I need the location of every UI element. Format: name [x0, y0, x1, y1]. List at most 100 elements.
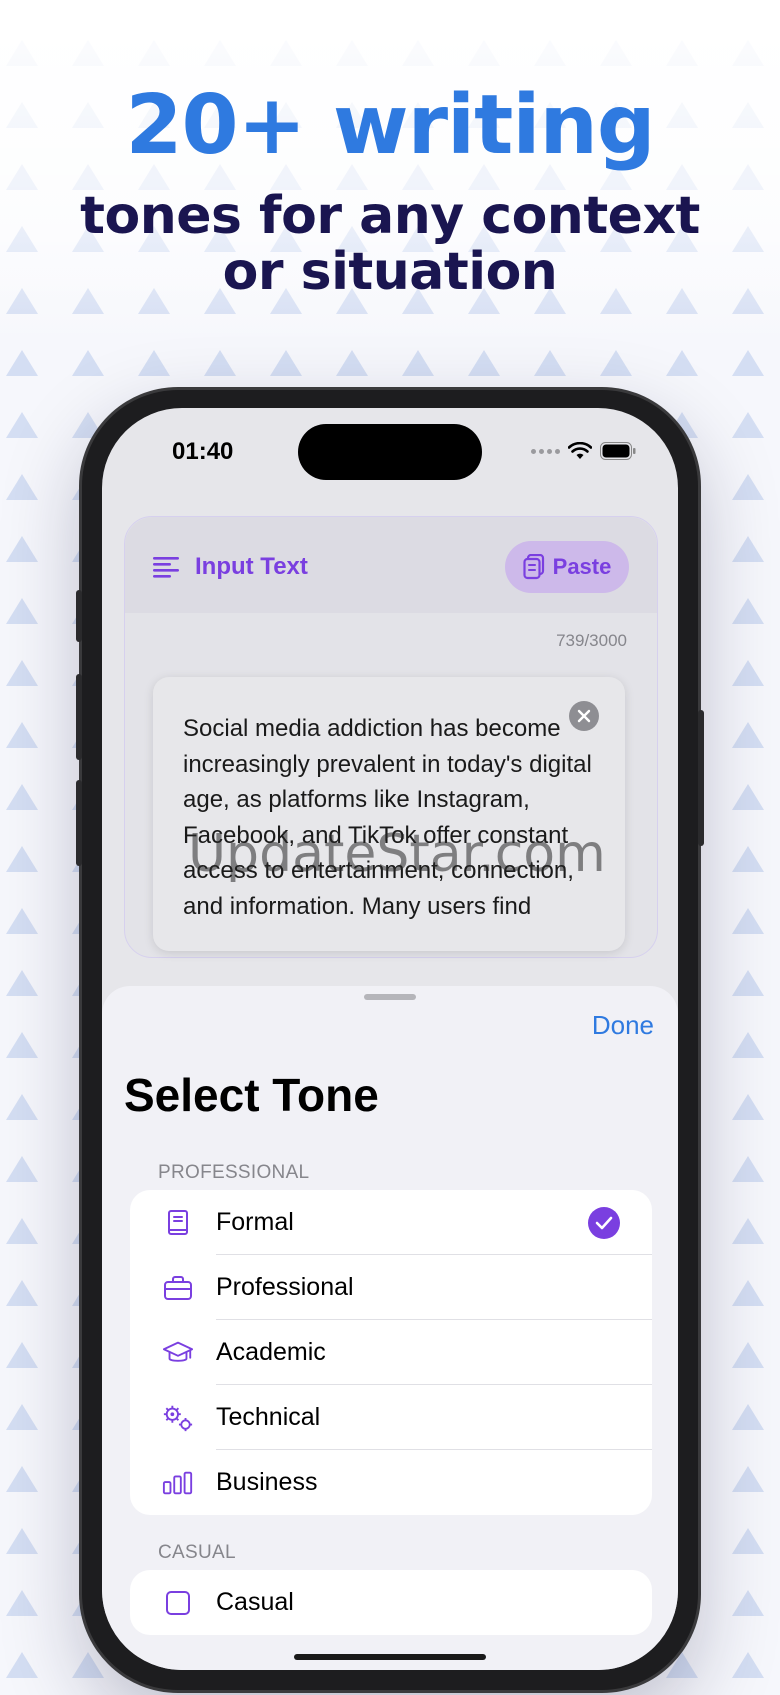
section-label-professional: PROFESSIONAL — [158, 1162, 310, 1183]
pattern-triangle — [732, 1466, 764, 1492]
tone-label-technical: Technical — [216, 1403, 321, 1431]
pattern-triangle — [732, 784, 764, 810]
tone-row-professional[interactable]: Professional — [130, 1255, 652, 1320]
pattern-triangle — [6, 660, 38, 686]
pattern-triangle — [732, 970, 764, 996]
tone-label-formal: Formal — [216, 1208, 294, 1236]
pattern-triangle — [666, 350, 698, 376]
tone-row-technical[interactable]: Technical — [130, 1385, 652, 1450]
headline-subtitle-line1: tones for any context — [80, 186, 700, 246]
pattern-triangle — [732, 1404, 764, 1430]
pattern-triangle — [534, 350, 566, 376]
pattern-triangle — [732, 474, 764, 500]
book-icon — [162, 1207, 194, 1239]
pattern-triangle — [6, 1590, 38, 1616]
status-icons — [531, 442, 636, 460]
volume-up-button — [76, 674, 82, 760]
close-icon — [577, 709, 591, 723]
input-card-title: Input Text — [153, 553, 308, 581]
sheet-grabber[interactable] — [364, 994, 416, 1000]
mute-switch — [76, 590, 82, 642]
pattern-triangle — [6, 1342, 38, 1368]
pattern-triangle — [6, 1156, 38, 1182]
pattern-triangle — [6, 474, 38, 500]
pattern-triangle — [204, 350, 236, 376]
pattern-triangle — [6, 412, 38, 438]
pattern-triangle — [732, 660, 764, 686]
pattern-triangle — [6, 908, 38, 934]
dynamic-island — [298, 424, 482, 480]
done-button[interactable]: Done — [592, 1010, 654, 1041]
pattern-triangle — [6, 1280, 38, 1306]
input-card-title-label: Input Text — [195, 553, 308, 580]
watermark: UpdateStar.com — [188, 824, 606, 884]
clear-text-button[interactable] — [569, 701, 599, 731]
square-icon — [162, 1587, 194, 1619]
volume-down-button — [76, 780, 82, 866]
pattern-triangle — [6, 1652, 38, 1678]
pattern-triangle — [6, 846, 38, 872]
cellular-dots-icon — [531, 448, 560, 454]
paste-button[interactable]: Paste — [505, 541, 629, 593]
pattern-triangle — [732, 846, 764, 872]
pattern-triangle — [732, 1032, 764, 1058]
tone-list-professional: Formal Professional Academic Technical B… — [130, 1190, 652, 1515]
home-indicator[interactable] — [294, 1654, 486, 1660]
phone-screen: 01:40 Input Text Paste 739/3000 Social m… — [102, 408, 678, 1670]
checkmark-icon — [588, 1207, 620, 1239]
pattern-triangle — [6, 1404, 38, 1430]
pattern-triangle — [402, 350, 434, 376]
status-bar: 01:40 — [102, 408, 678, 488]
pattern-triangle — [6, 970, 38, 996]
pattern-triangle — [600, 350, 632, 376]
pattern-triangle — [732, 1094, 764, 1120]
pattern-triangle — [732, 722, 764, 748]
pattern-triangle — [468, 350, 500, 376]
tone-list-casual: Casual — [130, 1570, 652, 1635]
character-counter: 739/3000 — [556, 631, 627, 650]
pattern-triangle — [6, 1032, 38, 1058]
pattern-triangle — [72, 350, 104, 376]
pattern-triangle — [732, 412, 764, 438]
input-text-area[interactable]: Social media addiction has become increa… — [153, 677, 625, 951]
tone-row-academic[interactable]: Academic — [130, 1320, 652, 1385]
phone-frame: 01:40 Input Text Paste 739/3000 Social m… — [76, 390, 704, 1690]
pattern-triangle — [138, 350, 170, 376]
briefcase-icon — [162, 1272, 194, 1304]
headline-subtitle: tones for any context or situation — [0, 188, 780, 300]
tone-label-casual: Casual — [216, 1588, 294, 1616]
section-label-casual: CASUAL — [158, 1542, 236, 1563]
pattern-triangle — [6, 598, 38, 624]
tone-label-business: Business — [216, 1468, 318, 1496]
pattern-triangle — [732, 1652, 764, 1678]
clipboard-icon — [523, 554, 544, 580]
headline-title: 20+ writing — [125, 78, 655, 173]
pattern-triangle — [6, 536, 38, 562]
pattern-triangle — [6, 1094, 38, 1120]
headline-subtitle-line2: or situation — [222, 242, 558, 302]
pattern-triangle — [732, 1156, 764, 1182]
tone-row-casual[interactable]: Casual — [130, 1570, 652, 1635]
tone-row-business[interactable]: Business — [130, 1450, 652, 1515]
status-time: 01:40 — [172, 438, 234, 465]
pattern-triangle — [732, 598, 764, 624]
input-text-card: Input Text Paste 739/3000 Social media a… — [124, 516, 658, 958]
pattern-triangle — [6, 784, 38, 810]
pattern-triangle — [6, 722, 38, 748]
gears-icon — [162, 1402, 194, 1434]
pattern-triangle — [336, 350, 368, 376]
pattern-triangle — [732, 1342, 764, 1368]
power-button — [698, 710, 704, 846]
paste-button-label: Paste — [552, 554, 612, 579]
tone-label-academic: Academic — [216, 1338, 326, 1366]
wifi-icon — [568, 442, 592, 459]
input-text-content[interactable]: Social media addiction has become increa… — [183, 711, 603, 924]
tone-label-professional: Professional — [216, 1273, 354, 1301]
tone-row-formal[interactable]: Formal — [130, 1190, 652, 1255]
pattern-triangle — [732, 1590, 764, 1616]
pattern-triangle — [72, 1652, 104, 1678]
pattern-triangle — [732, 1218, 764, 1244]
select-tone-sheet: Done Select Tone PROFESSIONAL Formal Pro… — [102, 986, 678, 1670]
pattern-triangle — [732, 1280, 764, 1306]
pattern-triangle — [6, 1528, 38, 1554]
